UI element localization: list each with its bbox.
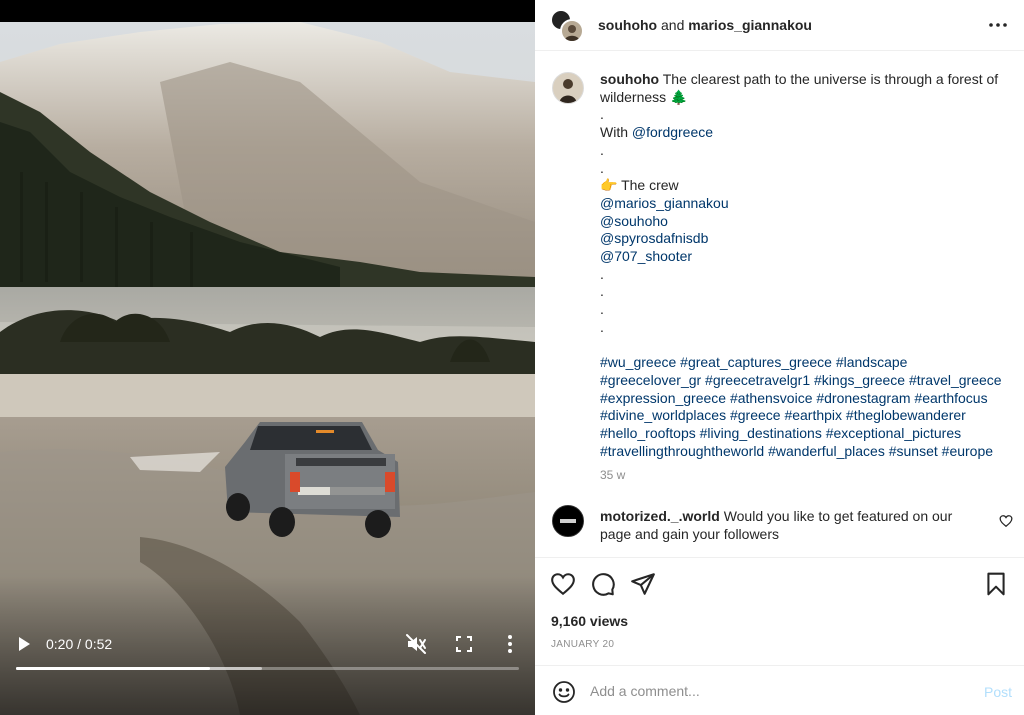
video-progress-bar[interactable] — [16, 667, 519, 670]
caption-text: . — [600, 265, 604, 282]
caption: souhoho The clearest path to the univers… — [600, 71, 1010, 460]
comments-list[interactable]: souhoho The clearest path to the univers… — [535, 52, 1024, 557]
more-vertical-icon[interactable] — [500, 633, 520, 655]
video-frame[interactable] — [0, 22, 535, 715]
fullscreen-icon[interactable] — [453, 633, 475, 655]
video-played-bar — [16, 667, 210, 670]
caption-mention[interactable]: @spyrosdafnisdb — [600, 230, 708, 246]
header-username-1[interactable]: souhoho — [598, 17, 657, 33]
caption-line: . — [600, 301, 1010, 319]
caption-line: 👉 The crew — [600, 177, 1010, 195]
more-horizontal-icon[interactable] — [987, 14, 1009, 36]
caption-line: With @fordgreece — [600, 124, 1010, 142]
caption-line: . — [600, 142, 1010, 160]
caption-text: . — [600, 318, 604, 335]
add-comment-bar: Post — [535, 665, 1024, 715]
caption-line: @souhoho — [600, 213, 1010, 231]
caption-text: . — [600, 301, 604, 318]
header-username-2[interactable]: marios_giannakou — [688, 17, 812, 33]
instagram-post: 0:20 / 0:52 souhoho and marios_giannakou… — [0, 0, 1024, 715]
caption-mention[interactable]: @707_shooter — [600, 248, 692, 264]
avatar — [560, 19, 584, 43]
play-icon[interactable] — [14, 634, 34, 654]
comment-icon[interactable] — [590, 571, 616, 597]
caption-text: 👉 The crew — [600, 177, 679, 194]
caption-line: souhoho The clearest path to the univers… — [600, 71, 1010, 106]
caption-mention[interactable]: @souhoho — [600, 213, 668, 229]
caption-text: . — [600, 159, 604, 176]
view-count[interactable]: 9,160 views — [551, 613, 628, 629]
heart-icon[interactable] — [999, 514, 1013, 528]
bookmark-icon[interactable] — [983, 571, 1009, 597]
emoji-icon[interactable] — [552, 680, 576, 704]
caption-line: . — [600, 160, 1010, 178]
post-header: souhoho and marios_giannakou — [535, 0, 1024, 51]
caption-mention[interactable]: @fordgreece — [632, 124, 713, 140]
avatar[interactable] — [552, 72, 584, 104]
caption-line: . — [600, 319, 1010, 337]
video-scene — [0, 22, 535, 715]
caption-line: . — [600, 266, 1010, 284]
share-icon[interactable] — [630, 571, 656, 597]
comment-input[interactable] — [590, 679, 970, 703]
caption-text: . — [600, 283, 604, 300]
post-date[interactable]: JANUARY 20 — [551, 639, 614, 650]
action-bar: 9,160 views JANUARY 20 — [535, 557, 1024, 665]
caption-timestamp[interactable]: 35 w — [600, 468, 625, 482]
collab-avatars[interactable] — [550, 9, 584, 43]
comment: motorized._.world Would you like to get … — [600, 507, 985, 543]
caption-text: . — [600, 141, 604, 158]
video-player[interactable]: 0:20 / 0:52 — [0, 0, 535, 715]
caption-line: . — [600, 283, 1010, 301]
caption-username[interactable]: souhoho — [600, 71, 659, 87]
post-button[interactable]: Post — [984, 684, 1012, 700]
comment-username[interactable]: motorized._.world — [600, 508, 720, 524]
caption-line: @spyrosdafnisdb — [600, 230, 1010, 248]
caption-line: . — [600, 106, 1010, 124]
caption-text: The clearest path to the universe is thr… — [600, 71, 999, 105]
caption-line — [600, 337, 1010, 355]
avatar[interactable] — [552, 505, 584, 537]
caption-text: . — [600, 106, 604, 123]
caption-line: #wu_greece #great_captures_greece #lands… — [600, 354, 1010, 460]
caption-line: @707_shooter — [600, 248, 1010, 266]
video-time: 0:20 / 0:52 — [46, 636, 113, 652]
post-sidebar: souhoho and marios_giannakou souhoho The… — [535, 0, 1024, 715]
caption-hashtags[interactable]: #wu_greece #great_captures_greece #lands… — [600, 354, 1002, 459]
caption-text: With — [600, 124, 632, 141]
header-title: souhoho and marios_giannakou — [598, 17, 812, 33]
mute-icon[interactable] — [405, 633, 427, 655]
heart-icon[interactable] — [550, 571, 576, 597]
video-controls: 0:20 / 0:52 — [0, 620, 535, 715]
caption-line: @marios_giannakou — [600, 195, 1010, 213]
caption-mention[interactable]: @marios_giannakou — [600, 195, 729, 211]
header-joiner: and — [661, 17, 685, 33]
